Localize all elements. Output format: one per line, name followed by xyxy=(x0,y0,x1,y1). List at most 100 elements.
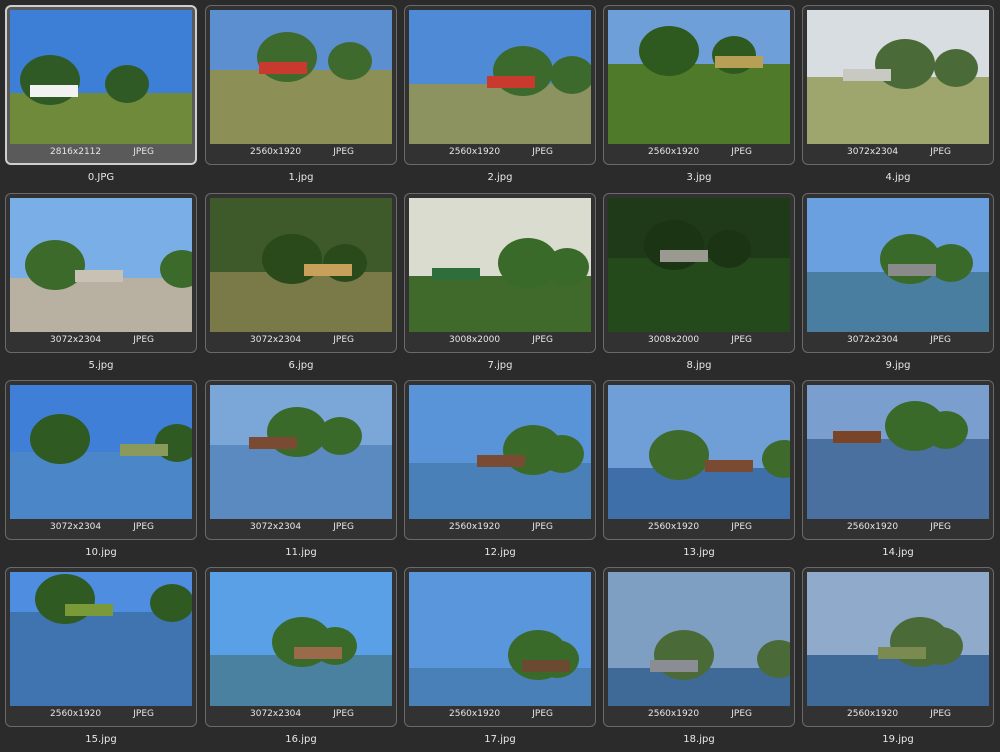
thumbnail-image[interactable] xyxy=(409,198,591,332)
thumbnail-item[interactable]: 2560x1920 JPEG 1.jpg xyxy=(205,5,397,183)
thumbnail-item[interactable]: 2560x1920 JPEG 3.jpg xyxy=(603,5,795,183)
file-name[interactable]: 16.jpg xyxy=(205,734,397,745)
image-format: JPEG xyxy=(133,709,154,719)
thumbnail-image[interactable] xyxy=(210,198,392,332)
thumbnail-image[interactable] xyxy=(210,385,392,519)
thumbnail-card[interactable]: 2560x1920 JPEG xyxy=(205,5,397,165)
thumbnail-image[interactable] xyxy=(608,198,790,332)
thumbnail-item[interactable]: 3072x2304 JPEG 10.jpg xyxy=(5,380,197,558)
thumbnail-image[interactable] xyxy=(210,10,392,144)
file-name[interactable]: 12.jpg xyxy=(404,547,596,558)
thumbnail-tree xyxy=(262,234,322,284)
thumbnail-tree xyxy=(550,56,591,94)
thumbnail-card[interactable]: 3072x2304 JPEG xyxy=(5,380,197,540)
thumbnail-item[interactable]: 3008x2000 JPEG 7.jpg xyxy=(404,193,596,371)
thumbnail-card[interactable]: 2816x2112 JPEG xyxy=(5,5,197,165)
thumbnail-image[interactable] xyxy=(807,385,989,519)
image-format: JPEG xyxy=(731,147,752,157)
file-name[interactable]: 9.jpg xyxy=(802,360,994,371)
thumbnail-card[interactable]: 2560x1920 JPEG xyxy=(802,567,994,727)
file-name[interactable]: 11.jpg xyxy=(205,547,397,558)
thumbnail-image[interactable] xyxy=(807,10,989,144)
image-dimensions: 3072x2304 xyxy=(847,147,899,157)
image-meta: 2560x1920 JPEG xyxy=(409,519,591,537)
thumbnail-item[interactable]: 2560x1920 JPEG 17.jpg xyxy=(404,567,596,745)
thumbnail-item[interactable]: 3072x2304 JPEG 9.jpg xyxy=(802,193,994,371)
file-name[interactable]: 6.jpg xyxy=(205,360,397,371)
thumbnail-card[interactable]: 3008x2000 JPEG xyxy=(603,193,795,353)
image-meta: 2560x1920 JPEG xyxy=(608,706,790,724)
thumbnail-card[interactable]: 3072x2304 JPEG xyxy=(205,567,397,727)
thumbnail-item[interactable]: 3072x2304 JPEG 4.jpg xyxy=(802,5,994,183)
thumbnail-item[interactable]: 2560x1920 JPEG 12.jpg xyxy=(404,380,596,558)
file-name[interactable]: 10.jpg xyxy=(5,547,197,558)
file-name[interactable]: 4.jpg xyxy=(802,172,994,183)
thumbnail-card[interactable]: 3072x2304 JPEG xyxy=(802,193,994,353)
file-name[interactable]: 3.jpg xyxy=(603,172,795,183)
image-format: JPEG xyxy=(333,147,354,157)
thumbnail-card[interactable]: 2560x1920 JPEG xyxy=(603,5,795,165)
thumbnail-image[interactable] xyxy=(10,10,192,144)
thumbnail-item[interactable]: 2816x2112 JPEG 0.JPG xyxy=(5,5,197,183)
thumbnail-card[interactable]: 2560x1920 JPEG xyxy=(404,5,596,165)
file-name[interactable]: 5.jpg xyxy=(5,360,197,371)
thumbnail-image[interactable] xyxy=(10,385,192,519)
thumbnail-image[interactable] xyxy=(608,10,790,144)
image-dimensions: 2560x1920 xyxy=(449,709,501,719)
thumbnail-card[interactable]: 2560x1920 JPEG xyxy=(603,380,795,540)
thumbnail-item[interactable]: 2560x1920 JPEG 2.jpg xyxy=(404,5,596,183)
thumbnail-image[interactable] xyxy=(409,572,591,706)
thumbnail-card[interactable]: 2560x1920 JPEG xyxy=(404,380,596,540)
file-name[interactable]: 8.jpg xyxy=(603,360,795,371)
thumbnail-ground xyxy=(608,64,790,144)
thumbnail-image[interactable] xyxy=(608,572,790,706)
thumbnail-card[interactable]: 2560x1920 JPEG xyxy=(404,567,596,727)
thumbnail-item[interactable]: 2560x1920 JPEG 13.jpg xyxy=(603,380,795,558)
image-dimensions: 2560x1920 xyxy=(847,522,899,532)
file-name[interactable]: 14.jpg xyxy=(802,547,994,558)
thumbnail-image[interactable] xyxy=(608,385,790,519)
thumbnail-image[interactable] xyxy=(10,198,192,332)
thumbnail-item[interactable]: 3008x2000 JPEG 8.jpg xyxy=(603,193,795,371)
thumbnail-item[interactable]: 3072x2304 JPEG 5.jpg xyxy=(5,193,197,371)
thumbnail-item[interactable]: 2560x1920 JPEG 14.jpg xyxy=(802,380,994,558)
thumbnail-detail xyxy=(65,604,113,616)
thumbnail-detail xyxy=(259,62,307,74)
file-name[interactable]: 18.jpg xyxy=(603,734,795,745)
thumbnail-card[interactable]: 2560x1920 JPEG xyxy=(5,567,197,727)
thumbnail-image[interactable] xyxy=(409,385,591,519)
file-name[interactable]: 1.jpg xyxy=(205,172,397,183)
file-name[interactable]: 15.jpg xyxy=(5,734,197,745)
thumbnail-image[interactable] xyxy=(807,572,989,706)
thumbnail-card[interactable]: 3072x2304 JPEG xyxy=(802,5,994,165)
thumbnail-item[interactable]: 3072x2304 JPEG 6.jpg xyxy=(205,193,397,371)
file-name[interactable]: 13.jpg xyxy=(603,547,795,558)
thumbnail-item[interactable]: 2560x1920 JPEG 18.jpg xyxy=(603,567,795,745)
thumbnail-card[interactable]: 3072x2304 JPEG xyxy=(5,193,197,353)
thumbnail-card[interactable]: 3072x2304 JPEG xyxy=(205,193,397,353)
file-name[interactable]: 17.jpg xyxy=(404,734,596,745)
image-format: JPEG xyxy=(133,522,154,532)
thumbnail-tree xyxy=(639,26,699,76)
thumbnail-image[interactable] xyxy=(807,198,989,332)
thumbnail-image[interactable] xyxy=(409,10,591,144)
thumbnail-card[interactable]: 3008x2000 JPEG xyxy=(404,193,596,353)
image-format: JPEG xyxy=(731,522,752,532)
image-format: JPEG xyxy=(930,522,951,532)
file-name[interactable]: 7.jpg xyxy=(404,360,596,371)
thumbnail-item[interactable]: 2560x1920 JPEG 19.jpg xyxy=(802,567,994,745)
thumbnail-card[interactable]: 3072x2304 JPEG xyxy=(205,380,397,540)
thumbnail-tree xyxy=(919,627,963,665)
thumbnail-image[interactable] xyxy=(210,572,392,706)
thumbnail-item[interactable]: 3072x2304 JPEG 11.jpg xyxy=(205,380,397,558)
thumbnail-image[interactable] xyxy=(10,572,192,706)
thumbnail-card[interactable]: 2560x1920 JPEG xyxy=(802,380,994,540)
image-dimensions: 2560x1920 xyxy=(847,709,899,719)
thumbnail-tree xyxy=(30,414,90,464)
file-name[interactable]: 0.JPG xyxy=(5,172,197,183)
thumbnail-item[interactable]: 3072x2304 JPEG 16.jpg xyxy=(205,567,397,745)
file-name[interactable]: 2.jpg xyxy=(404,172,596,183)
thumbnail-card[interactable]: 2560x1920 JPEG xyxy=(603,567,795,727)
file-name[interactable]: 19.jpg xyxy=(802,734,994,745)
thumbnail-item[interactable]: 2560x1920 JPEG 15.jpg xyxy=(5,567,197,745)
